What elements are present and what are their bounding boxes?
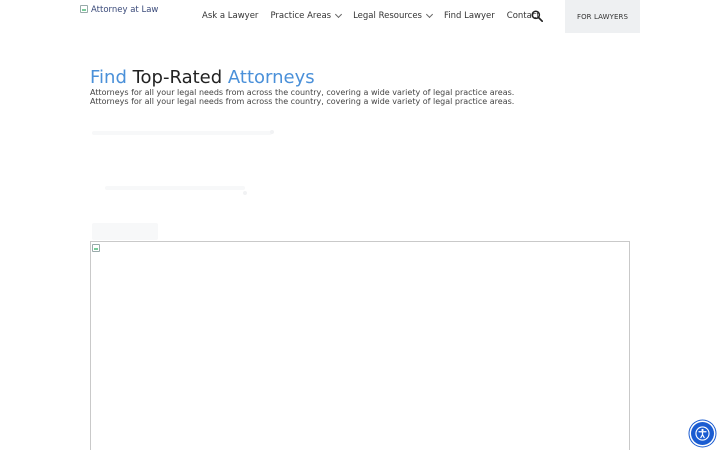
hero-title-attorneys: Attorneys: [227, 67, 315, 88]
nav-label: Legal Resources: [353, 11, 422, 21]
nav-label: Find Lawyer: [444, 11, 495, 21]
faint-placeholder-line: [105, 186, 245, 190]
hero-title: Find Top-Rated Attorneys: [90, 67, 315, 88]
nav-find-lawyer[interactable]: Find Lawyer: [444, 11, 495, 21]
search-icon[interactable]: [531, 10, 543, 22]
nav-legal-resources[interactable]: Legal Resources: [353, 10, 434, 21]
faint-placeholder-button: [92, 223, 158, 240]
for-lawyers-button[interactable]: FOR LAWYERS: [565, 0, 640, 33]
accessibility-icon[interactable]: [691, 422, 714, 445]
hero-subtitle: Attorneys for all your legal needs from …: [90, 88, 515, 97]
hero-image-frame: [90, 241, 630, 450]
broken-image-icon: [80, 5, 88, 13]
hero-title-top-rated: Top-Rated: [126, 67, 228, 88]
nav-label: Ask a Lawyer: [202, 11, 259, 21]
faint-placeholder-dot: [270, 130, 274, 134]
faint-placeholder-line: [92, 131, 272, 135]
site-logo[interactable]: Attorney at Law: [80, 5, 158, 15]
hero-title-find: Find: [90, 67, 127, 88]
nav-practice-areas[interactable]: Practice Areas: [270, 10, 343, 21]
chevron-down-icon: [335, 10, 343, 19]
chevron-down-icon: [425, 10, 434, 19]
main-nav: Ask a Lawyer Practice Areas Legal Resour…: [202, 10, 540, 21]
nav-ask-a-lawyer[interactable]: Ask a Lawyer: [202, 11, 258, 21]
hero-subtitle-duplicate: Attorneys for all your legal needs from …: [90, 97, 515, 106]
site-header: Attorney at Law Ask a Lawyer Practice Ar…: [0, 0, 720, 33]
faint-placeholder-dot: [243, 191, 247, 195]
nav-label: Practice Areas: [270, 11, 332, 21]
broken-image-icon: [92, 244, 100, 252]
logo-alt-text: Attorney at Law: [91, 5, 159, 15]
